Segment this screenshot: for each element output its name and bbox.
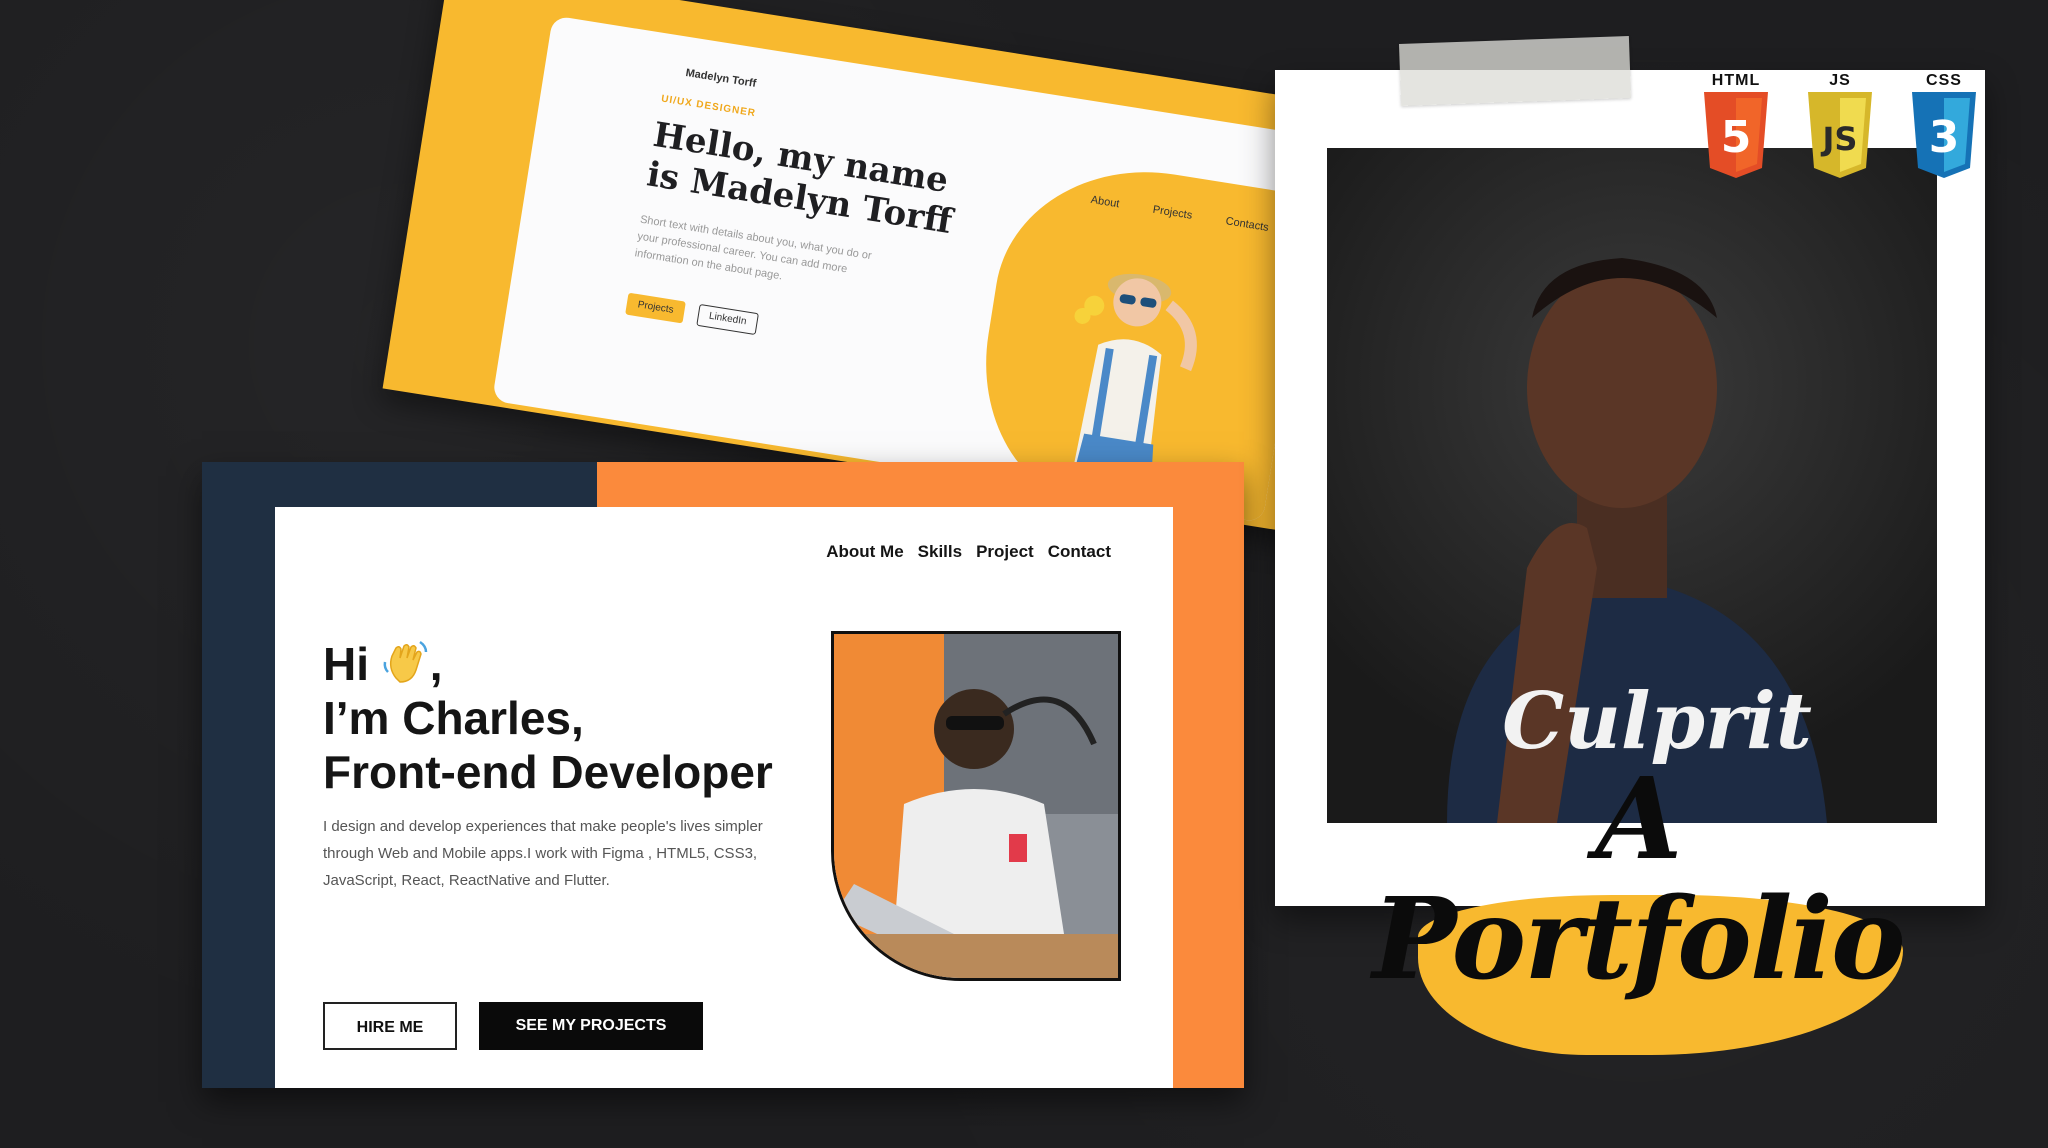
man-portrait-illustration: Culprit — [1447, 258, 1827, 823]
hero-description: I design and develop experiences that ma… — [323, 818, 763, 889]
css3-glyph: 3 — [1929, 112, 1960, 163]
waving-hand-icon — [383, 640, 428, 683]
heading-line-2: I’m Charles, — [323, 692, 584, 744]
html5-glyph: 5 — [1721, 112, 1752, 163]
heading-line-1: Hi , — [323, 637, 773, 691]
nav-item-project[interactable]: Project — [976, 542, 1034, 562]
role-eyebrow: UI/UX DESIGNER — [660, 93, 757, 120]
developer-photo — [831, 631, 1121, 981]
css3-icon: 3 — [1912, 92, 1976, 178]
linkedin-button[interactable]: LinkedIn — [696, 303, 759, 336]
html5-icon: 5 — [1704, 92, 1768, 178]
css-label: CSS — [1926, 72, 1962, 89]
html5-logo: HTML 5 — [1698, 72, 1774, 178]
js-label: JS — [1829, 72, 1851, 89]
css3-logo: CSS 3 — [1906, 72, 1982, 178]
portrait-photo: Culprit — [1327, 148, 1937, 823]
charles-site-page: About Me Skills Project Contact Hi , I’m… — [275, 507, 1173, 1088]
charles-site-card: About Me Skills Project Contact Hi , I’m… — [202, 462, 1244, 1088]
portfolio-title: A Portfolio — [1372, 754, 1905, 1005]
heading-line-3: Front-end Developer — [323, 746, 773, 798]
see-projects-button[interactable]: SEE MY PROJECTS — [479, 1002, 703, 1050]
nav-item-skills[interactable]: Skills — [918, 542, 962, 562]
js-glyph: JS — [1821, 120, 1858, 158]
hero-heading: Hi , I’m Charles, Front-end Developer — [323, 637, 773, 799]
js-logo: JS JS — [1802, 72, 1878, 178]
projects-button[interactable]: Projects — [625, 292, 686, 324]
js-icon: JS — [1808, 92, 1872, 178]
hire-me-button[interactable]: HIRE ME — [323, 1002, 457, 1050]
heading-comma: , — [429, 638, 443, 690]
nav-item-about-me[interactable]: About Me — [826, 542, 903, 562]
developer-at-laptop-illustration — [834, 634, 1118, 978]
masking-tape — [1398, 36, 1632, 106]
charles-nav: About Me Skills Project Contact — [826, 542, 1111, 562]
nav-item-contact[interactable]: Contact — [1048, 542, 1111, 562]
site-brand[interactable]: Madelyn Torff — [685, 67, 757, 90]
html-label: HTML — [1711, 72, 1761, 89]
tech-logos: HTML 5 JS JS CSS 3 — [1698, 72, 1982, 178]
heading-hi: Hi — [323, 638, 369, 690]
